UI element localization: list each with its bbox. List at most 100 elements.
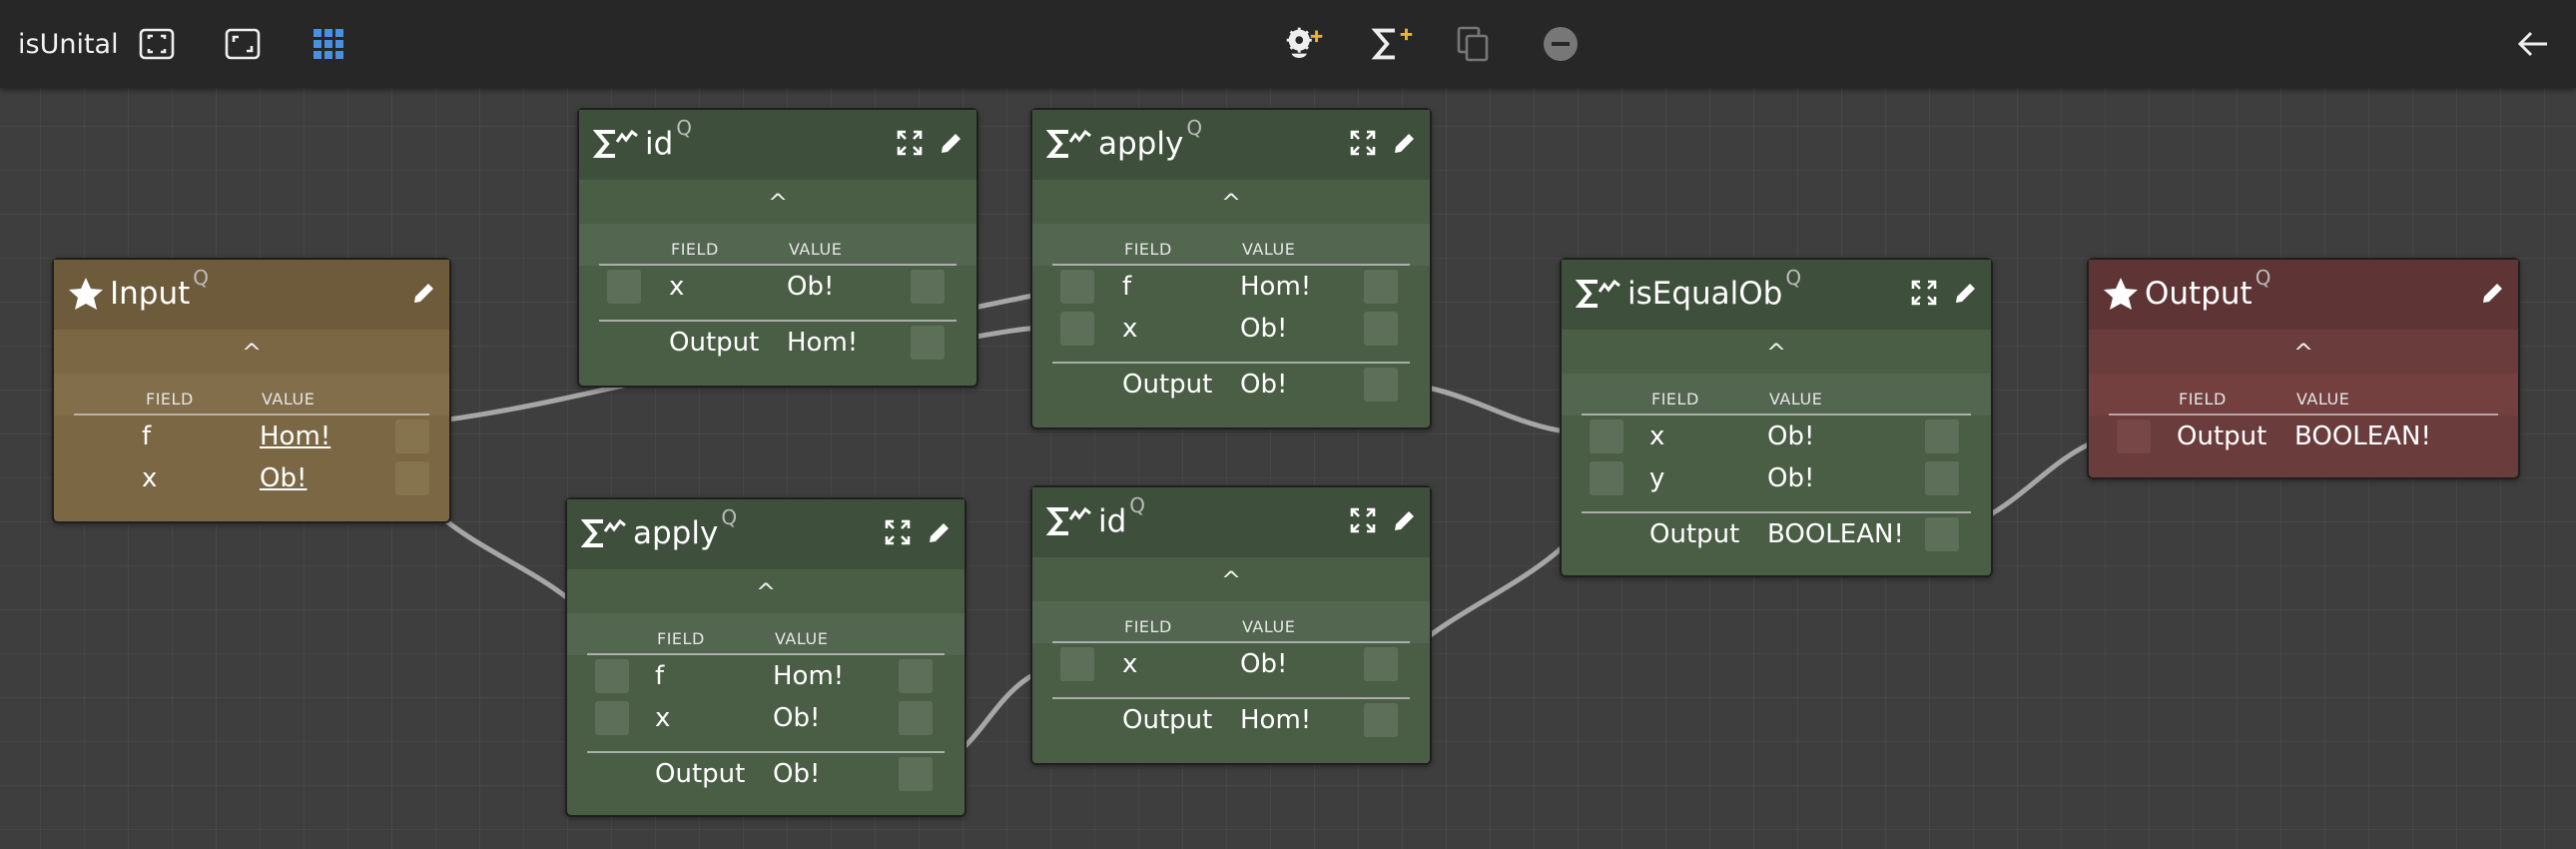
fit-view-icon[interactable] [218, 0, 268, 88]
expand-icon[interactable] [895, 128, 925, 158]
expand-icon[interactable] [1909, 278, 1939, 308]
input-port[interactable] [1060, 647, 1094, 681]
output-divider [587, 751, 945, 753]
edit-pencil-icon[interactable] [1390, 128, 1420, 158]
collapse-caret[interactable]: ^ [2089, 332, 2518, 374]
output-divider [1052, 362, 1410, 364]
field-column-header: FIELD [1124, 617, 1172, 636]
field-column-header: FIELD [1124, 240, 1172, 259]
input-port[interactable] [1590, 461, 1623, 495]
node-output[interactable]: Output Q ^ FIELD VALUE Output BOOLEAN! [2087, 258, 2520, 479]
input-port[interactable] [1060, 270, 1094, 304]
collapse-caret[interactable]: ^ [1032, 559, 1430, 601]
edit-pencil-icon[interactable] [1390, 505, 1420, 535]
header-divider [1052, 264, 1410, 266]
graph-title: isUnital [18, 28, 119, 60]
input-port[interactable] [1590, 420, 1623, 453]
output-port[interactable] [1364, 647, 1398, 681]
output-port[interactable] [1925, 461, 1959, 495]
edit-pencil-icon[interactable] [1951, 278, 1981, 308]
node-header[interactable]: id Q [579, 110, 976, 180]
output-port[interactable] [1925, 420, 1959, 453]
node-id-top[interactable]: id Q ^ FIELD VALUE x Ob! Output Hom! [577, 108, 978, 388]
collapse-caret[interactable]: ^ [54, 332, 449, 374]
input-port[interactable] [2117, 420, 2151, 453]
output-port[interactable] [899, 757, 933, 791]
output-label: Output [669, 328, 760, 358]
header-divider [599, 264, 957, 266]
header-divider [587, 653, 945, 655]
field-value: Ob! [787, 272, 835, 302]
output-port[interactable] [1364, 703, 1398, 737]
output-port[interactable] [899, 701, 933, 735]
sigma-function-icon [593, 126, 639, 162]
output-port[interactable] [395, 461, 429, 495]
output-divider [1052, 697, 1410, 699]
node-header[interactable]: Output Q [2089, 260, 2518, 330]
input-port[interactable] [595, 701, 629, 735]
field-column-header: FIELD [146, 390, 194, 409]
field-name: f [655, 661, 665, 691]
back-arrow-icon[interactable] [2508, 0, 2558, 88]
collapse-caret[interactable]: ^ [567, 571, 965, 613]
node-id-bottom[interactable]: id Q ^ FIELD VALUE x Ob! Output Hom! [1030, 485, 1432, 765]
output-port[interactable] [1364, 270, 1398, 304]
add-function-icon[interactable] [1368, 0, 1418, 88]
field-name: x [1122, 649, 1138, 679]
node-title: apply [633, 515, 719, 551]
field-value: Ob! [773, 703, 821, 733]
value-column-header: VALUE [1242, 617, 1296, 636]
field-value-link[interactable]: Hom! [260, 422, 330, 451]
output-port[interactable] [899, 659, 933, 693]
node-is-equal-ob[interactable]: isEqualOb Q ^ FIELD VALUE x Ob! y Ob! Ou… [1560, 258, 1993, 577]
collapse-caret[interactable]: ^ [579, 182, 976, 224]
edit-pencil-icon[interactable] [409, 278, 439, 308]
edit-pencil-icon[interactable] [937, 128, 966, 158]
node-header[interactable]: id Q [1032, 487, 1430, 557]
select-area-icon[interactable] [132, 0, 182, 88]
node-header[interactable]: Input Q [54, 260, 449, 330]
query-mark: Q [1129, 493, 1146, 517]
output-port[interactable] [911, 270, 945, 304]
output-label: Output [655, 759, 746, 789]
edit-pencil-icon[interactable] [2478, 278, 2508, 308]
field-value-link[interactable]: Ob! [260, 463, 307, 493]
value-column-header: VALUE [262, 390, 316, 409]
field-value: Hom! [773, 661, 845, 691]
edit-pencil-icon[interactable] [925, 517, 955, 547]
expand-icon[interactable] [883, 517, 913, 547]
expand-icon[interactable] [1348, 128, 1378, 158]
header-divider [1582, 414, 1971, 416]
output-port[interactable] [395, 420, 429, 453]
header-divider [1052, 641, 1410, 643]
input-port[interactable] [595, 659, 629, 693]
expand-icon[interactable] [1348, 505, 1378, 535]
remove-icon[interactable] [1536, 0, 1586, 88]
collapse-caret[interactable]: ^ [1562, 332, 1991, 374]
node-apply-top[interactable]: apply Q ^ FIELD VALUE f Hom! x Ob! Outpu… [1030, 108, 1432, 429]
grid-icon[interactable] [304, 0, 353, 88]
output-port[interactable] [1364, 368, 1398, 402]
output-port[interactable] [1364, 312, 1398, 346]
node-input[interactable]: Input Q ^ FIELD VALUE f Hom! x Ob! [52, 258, 451, 523]
node-header[interactable]: isEqualOb Q [1562, 260, 1991, 330]
output-value: Hom! [1240, 705, 1312, 735]
node-apply-bottom[interactable]: apply Q ^ FIELD VALUE f Hom! x Ob! Outpu… [565, 497, 966, 817]
star-icon [2103, 277, 2139, 311]
input-port[interactable] [1060, 312, 1094, 346]
field-name: x [1649, 422, 1665, 451]
add-node-icon[interactable] [1280, 0, 1330, 88]
sigma-function-icon [581, 515, 627, 551]
node-header[interactable]: apply Q [1032, 110, 1430, 180]
output-port[interactable] [1925, 517, 1959, 551]
collapse-caret[interactable]: ^ [1032, 182, 1430, 224]
field-name: x [1122, 314, 1138, 344]
value-column-header: VALUE [1242, 240, 1296, 259]
input-port[interactable] [607, 270, 641, 304]
copy-icon[interactable] [1448, 0, 1498, 88]
node-header[interactable]: apply Q [567, 499, 965, 569]
node-title: isEqualOb [1627, 276, 1783, 312]
value-column-header: VALUE [775, 629, 829, 648]
output-port[interactable] [911, 326, 945, 360]
field-value: Ob! [1767, 463, 1815, 493]
